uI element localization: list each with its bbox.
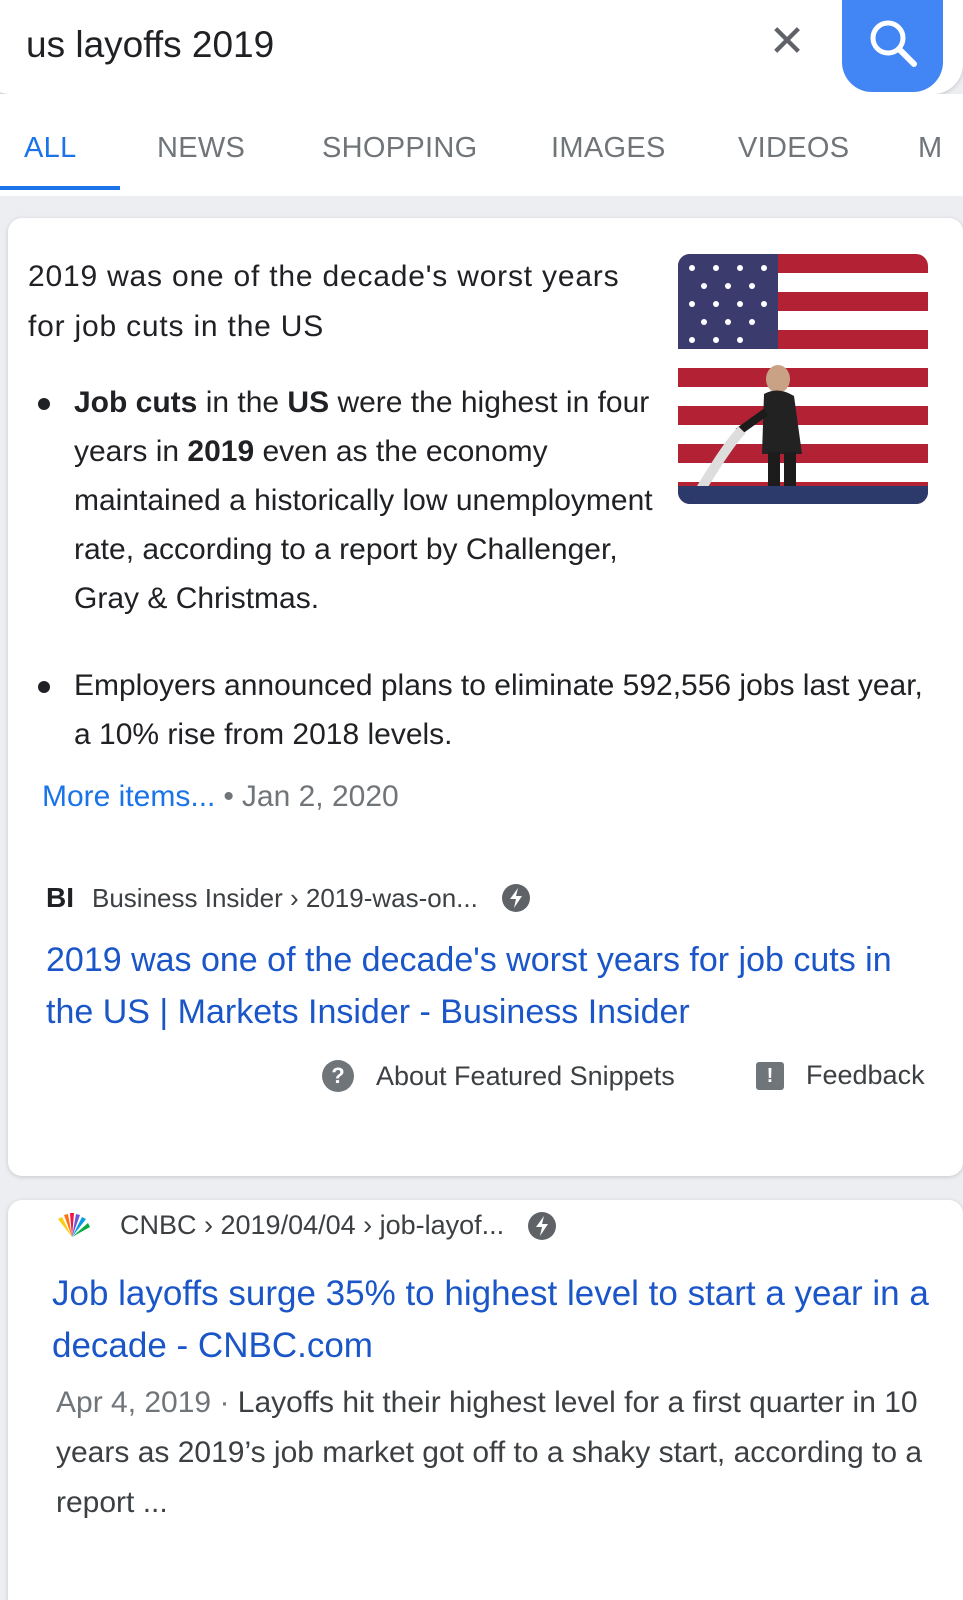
tab-shopping[interactable]: SHOPPING (322, 132, 478, 165)
about-featured-snippets[interactable]: ? About Featured Snippets (322, 1060, 675, 1092)
list-item: Job cuts in the US were the highest in f… (28, 378, 748, 623)
bold-term: US (287, 386, 330, 419)
search-icon (870, 20, 917, 67)
result-title-link[interactable]: 2019 was one of the decade's worst years… (46, 934, 936, 1038)
result-date: Apr 4, 2019 (56, 1386, 212, 1419)
bold-term: Job cuts (74, 386, 198, 419)
list-item: Employers announced plans to eliminate 5… (28, 661, 938, 759)
source-breadcrumb: CNBC › 2019/04/04 › job-layof... (120, 1210, 505, 1240)
featured-snippet-card: 2019 was one of the decade's worst years… (8, 218, 963, 1176)
tab-videos[interactable]: VIDEOS (738, 132, 849, 165)
amp-lightning-icon (528, 1211, 557, 1240)
tab-bar: ALL NEWS SHOPPING IMAGES VIDEOS M (0, 94, 963, 196)
tab-images[interactable]: IMAGES (551, 132, 666, 165)
tab-news[interactable]: NEWS (157, 132, 245, 165)
business-insider-logo: BI (46, 882, 74, 913)
snippet-list: Job cuts in the US were the highest in f… (28, 378, 938, 759)
more-row: More items... • Jan 2, 2020 (42, 780, 399, 814)
snippet-heading: 2019 was one of the decade's worst years… (28, 260, 620, 343)
search-result-card: CNBC › 2019/04/04 › job-layof... Job lay… (8, 1200, 963, 1600)
cnbc-peacock-logo (52, 1212, 92, 1239)
result-snippet: Apr 4, 2019 · Layoffs hit their highest … (56, 1378, 956, 1528)
help-icon: ? (322, 1060, 354, 1092)
search-button[interactable] (842, 0, 943, 92)
text-fragment: in the (197, 386, 288, 419)
search-input[interactable]: us layoffs 2019 (26, 24, 274, 66)
tab-all[interactable]: ALL (24, 132, 77, 165)
result-title-link[interactable]: Job layoffs surge 35% to highest level t… (52, 1268, 932, 1372)
more-items-link[interactable]: More items... (42, 780, 215, 813)
result-source[interactable]: BI Business Insider › 2019-was-on... (46, 882, 530, 914)
source-breadcrumb: Business Insider › 2019-was-on... (92, 882, 478, 913)
tab-more[interactable]: M (918, 132, 942, 165)
feedback-label: Feedback (806, 1060, 925, 1090)
amp-lightning-icon (501, 884, 530, 912)
result-source[interactable]: CNBC › 2019/04/04 › job-layof... (52, 1210, 557, 1241)
feedback-icon: ! (756, 1061, 784, 1090)
separator: • (223, 780, 234, 813)
bold-term: 2019 (187, 435, 255, 468)
close-icon[interactable]: ✕ (762, 14, 812, 70)
separator: · (211, 1386, 238, 1419)
active-tab-indicator (0, 186, 120, 190)
search-bar: us layoffs 2019 ✕ (0, 0, 963, 94)
feedback-button[interactable]: ! Feedback (756, 1060, 925, 1091)
about-label: About Featured Snippets (376, 1060, 675, 1091)
snippet-date: Jan 2, 2020 (241, 780, 399, 813)
